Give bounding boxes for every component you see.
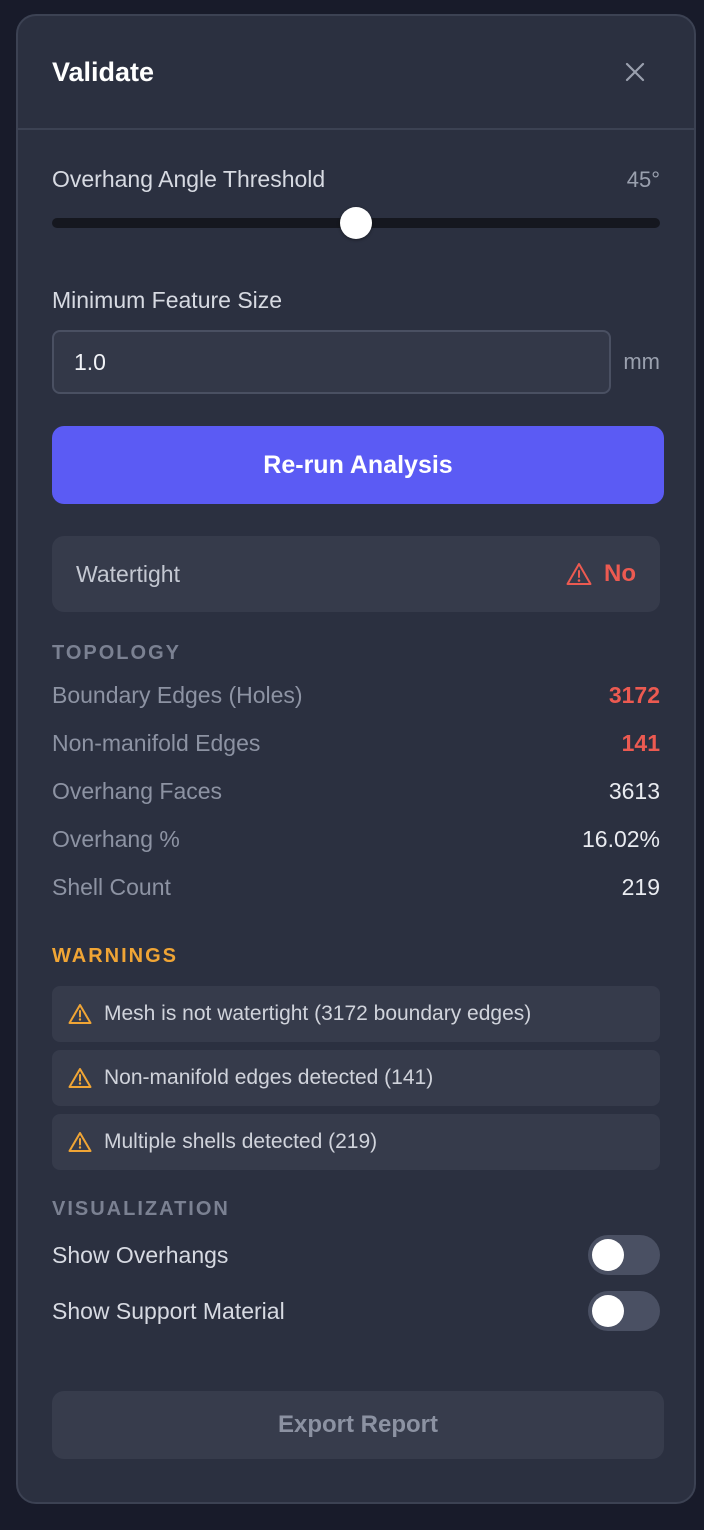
warning-item: Non-manifold edges detected (141) <box>52 1050 660 1106</box>
topology-row-label: Boundary Edges (Holes) <box>52 681 303 708</box>
toggle-row: Show Overhangs <box>52 1227 660 1283</box>
topology-row-value: 141 <box>621 729 660 756</box>
topology-row-label: Overhang Faces <box>52 777 223 804</box>
warning-text: Non-manifold edges detected (141) <box>104 1066 434 1089</box>
topology-row: Shell Count 219 <box>52 863 660 911</box>
topology-row: Overhang Faces 3613 <box>52 767 660 815</box>
warning-item: Mesh is not watertight (3172 boundary ed… <box>52 986 660 1042</box>
toggle-switch[interactable] <box>588 1291 660 1331</box>
export-report-button[interactable]: Export Report <box>52 1391 664 1459</box>
visualization-title: VISUALIZATION <box>52 1198 230 1220</box>
topology-row-value: 3613 <box>608 777 660 804</box>
watertight-status: Watertight No <box>52 536 660 612</box>
watertight-value: No <box>566 560 636 588</box>
toggle-label: Show Overhangs <box>52 1241 229 1268</box>
warning-icon <box>68 1068 92 1088</box>
validate-panel: Validate Overhang Angle Threshold 45° Mi… <box>16 14 696 1504</box>
rerun-analysis-button[interactable]: Re-run Analysis <box>52 426 664 504</box>
toggle-switch[interactable] <box>588 1235 660 1275</box>
warning-icon <box>566 563 592 585</box>
watertight-value-text: No <box>604 560 636 587</box>
slider-thumb[interactable] <box>340 207 372 239</box>
topology-list: Boundary Edges (Holes) 3172 Non-manifold E… <box>52 671 660 911</box>
topology-row: Boundary Edges (Holes) 3172 <box>52 671 660 719</box>
feature-size-row: mm <box>52 330 660 394</box>
topology-row-value: 16.02% <box>581 825 660 852</box>
visualization-list: Show Overhangs Show Support Material <box>52 1227 660 1339</box>
topology-row: Overhang % 16.02% <box>52 815 660 863</box>
topology-row-label: Shell Count <box>52 873 171 900</box>
topology-row-value: 3172 <box>608 681 660 708</box>
panel-header: Validate <box>18 16 694 130</box>
watertight-label: Watertight <box>76 560 180 587</box>
feature-size-input[interactable] <box>52 330 612 394</box>
toggle-knob <box>592 1295 624 1327</box>
topology-row: Non-manifold Edges 141 <box>52 719 660 767</box>
warning-icon <box>68 1132 92 1152</box>
overhang-value: 45° <box>626 166 660 192</box>
warning-text: Multiple shells detected (219) <box>104 1130 378 1153</box>
warning-icon <box>68 1004 92 1024</box>
panel-title: Validate <box>52 56 155 87</box>
topology-row-label: Non-manifold Edges <box>52 729 261 756</box>
warnings-title: WARNINGS <box>52 945 178 967</box>
toggle-knob <box>592 1239 624 1271</box>
warning-item: Multiple shells detected (219) <box>52 1114 660 1170</box>
overhang-slider[interactable] <box>52 203 660 243</box>
topology-row-label: Overhang % <box>52 825 180 852</box>
toggle-label: Show Support Material <box>52 1297 285 1324</box>
warning-text: Mesh is not watertight (3172 boundary ed… <box>104 1002 532 1025</box>
warnings-list: Mesh is not watertight (3172 boundary ed… <box>52 986 660 1170</box>
toggle-row: Show Support Material <box>52 1283 660 1339</box>
topology-row-value: 219 <box>621 873 660 900</box>
overhang-label: Overhang Angle Threshold <box>52 166 326 192</box>
feature-size-unit: mm <box>623 349 660 374</box>
close-icon[interactable] <box>622 59 648 85</box>
overhang-header: Overhang Angle Threshold 45° <box>52 166 660 193</box>
feature-size-label: Minimum Feature Size <box>52 287 283 313</box>
topology-title: TOPOLOGY <box>52 642 181 664</box>
